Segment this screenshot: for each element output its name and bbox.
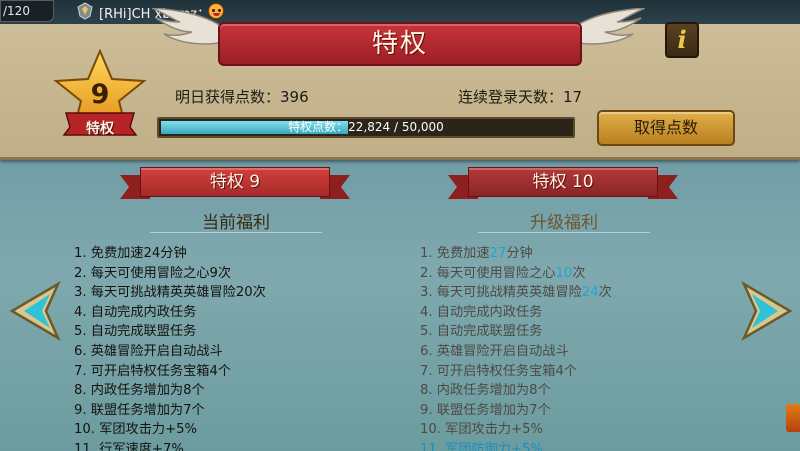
item-text: 次 [598, 285, 612, 301]
item-text: 3. 每天可挑战精英英雄冒险 [420, 285, 582, 301]
list-item: 8. 内政任务增加为8个 [74, 383, 205, 399]
item-text: 1. 免费加速 [420, 246, 490, 261]
list-item: 5. 自动完成联盟任务 [420, 324, 543, 340]
list-item: 11. 军团防御力+5% [420, 441, 544, 451]
current-tier-label: 特权 9 [209, 172, 261, 192]
upgrade-benefits-list: 1. 免费加速27分钟 2. 每天可使用冒险之心10次 3. 每天可挑战精英英雄… [420, 244, 612, 451]
next-tier-ribbon: 特权 10 [448, 167, 678, 201]
consecutive-login-days: 连续登录天数：17 [458, 88, 583, 106]
vip-progress-label: 特权点数：22,824 / 50,000 [288, 120, 444, 134]
list-item: 7. 可开启特权任务宝箱4个 [74, 363, 232, 379]
capacity-counter: /120 [0, 0, 54, 22]
current-tier-ribbon: 特权 9 [120, 167, 350, 201]
current-benefits-title: 当前福利 [202, 213, 270, 233]
item-highlight: 27 [489, 246, 507, 261]
side-tab[interactable] [786, 404, 800, 432]
item-text: 次 [572, 265, 586, 281]
list-item: 2. 每天可使用冒险之心9次 [74, 265, 232, 281]
list-item: 7. 可开启特权任务宝箱4个 [420, 363, 578, 379]
alliance-emblem-icon [77, 2, 93, 20]
list-item: 3. 每天可挑战精英英雄冒险24次 [420, 283, 612, 303]
chevron-left-icon[interactable] [8, 280, 64, 342]
tomorrow-points: 明日获得点数：396 [175, 88, 309, 106]
upgrade-benefits-title: 升级福利 [530, 213, 598, 233]
list-item: 5. 自动完成联盟任务 [74, 324, 197, 340]
list-item: 4. 自动完成内政任务 [74, 304, 197, 320]
item-text: 2. 每天可使用冒险之心 [420, 265, 556, 281]
list-item: 9. 联盟任务增加为7个 [74, 402, 205, 418]
list-item: 1. 免费加速27分钟 [420, 244, 612, 264]
get-points-button[interactable]: 取得点数 [597, 110, 735, 146]
page-title: 特权 [371, 29, 428, 59]
chevron-right-icon[interactable] [738, 280, 794, 342]
divider [478, 232, 650, 233]
list-item: 6. 英雄冒险开启自动战斗 [420, 343, 569, 359]
item-highlight: 24 [581, 285, 599, 301]
divider [150, 232, 322, 233]
list-item: 4. 自动完成内政任务 [420, 304, 543, 320]
list-item: 2. 每天可使用冒险之心10次 [420, 264, 612, 284]
list-item: 6. 英雄冒险开启自动战斗 [74, 343, 223, 359]
list-item: 10. 军团攻击力+5% [420, 422, 544, 438]
list-item: 9. 联盟任务增加为7个 [420, 402, 551, 418]
list-item: 10. 军团攻击力+5% [74, 422, 198, 438]
vip-level-number: 9 [90, 79, 110, 110]
info-button[interactable]: i [665, 22, 699, 58]
current-benefits-list: 1. 免费加速24分钟 2. 每天可使用冒险之心9次 3. 每天可挑战精英英雄冒… [74, 244, 266, 451]
item-highlight: 10 [555, 265, 573, 281]
list-item: 3. 每天可挑战精英英雄冒险20次 [74, 285, 266, 301]
list-item: 8. 内政任务增加为8个 [420, 383, 551, 399]
item-text: 分钟 [506, 246, 533, 261]
list-item: 1. 免费加速24分钟 [74, 246, 187, 261]
vip-badge-label: 特权 [86, 121, 114, 137]
list-item: 11. 行军速度+7% [74, 441, 184, 451]
next-tier-label: 特权 10 [532, 172, 594, 192]
